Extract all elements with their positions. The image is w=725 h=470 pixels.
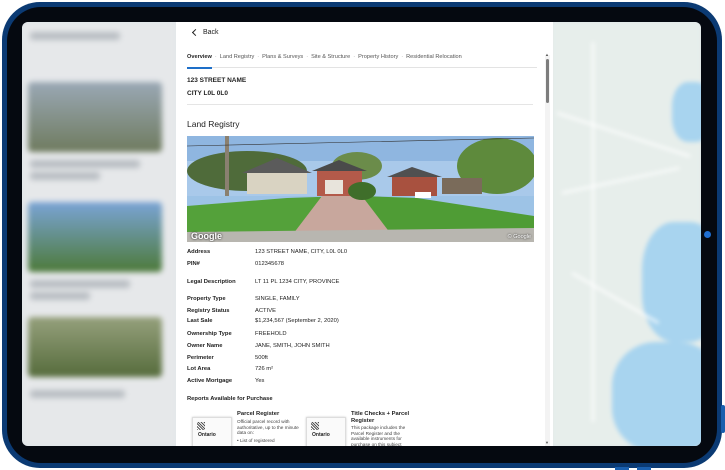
ontario-logo: Ontario [312,432,330,438]
info-value: FREEHOLD [255,331,287,337]
info-label: Owner Name [187,343,223,349]
back-button[interactable]: Back [191,28,219,37]
scrollbar[interactable]: ▲ ▼ [545,52,550,446]
info-value: LT 11 PL 1234 CITY, PROVINCE [255,279,340,285]
report-description: Official parcel record with authoritativ… [237,419,299,436]
background-listing-panel [22,22,177,446]
info-value: SINGLE, FAMILY [255,296,300,302]
report-card-parcel-register[interactable]: Ontario Parcel Register Official parcel … [187,408,299,446]
tab-overview[interactable]: Overview [187,54,212,69]
street-view-photo[interactable]: Google © Google [187,136,534,242]
property-details-modal: Back Overview · Land Registry · Plans & … [176,22,553,446]
ontario-logo: Ontario [198,432,216,438]
back-label: Back [203,29,219,36]
report-bullet: • List of registered [237,438,275,443]
google-logo: Google [191,231,222,241]
report-title: Title Checks + Parcel Register [351,411,410,424]
section-tabs: Overview · Land Registry · Plans & Surve… [187,54,537,69]
street-address: 123 STREET NAME [187,77,247,84]
tab-site-structure[interactable]: Site & Structure [311,54,350,68]
scroll-thumb[interactable] [546,59,549,103]
screen: Back Overview · Land Registry · Plans & … [22,22,701,446]
report-card-title-checks[interactable]: Ontario Title Checks + Parcel Register T… [301,408,413,446]
section-title: Land Registry [187,119,240,129]
property-address-header: 123 STREET NAME CITY L0L 0L0 [187,74,246,100]
tab-property-history[interactable]: Property History [358,54,398,68]
scroll-up-icon[interactable]: ▲ [545,52,549,57]
info-value: Yes [255,378,265,384]
document-icon [197,422,205,430]
info-value: 123 STREET NAME, CITY, L0L 0L0 [255,249,348,255]
tab-plans-surveys[interactable]: Plans & Surveys [262,54,303,68]
background-map [552,22,701,446]
tablet-side-button [721,405,725,433]
info-value: $1,234,567 (September 2, 2020) [255,318,339,324]
info-value: 726 m² [255,366,274,372]
info-label: Last Sale [187,318,213,324]
info-label: Lot Area [187,366,211,372]
info-value: 500ft [255,355,268,361]
document-icon [311,422,319,430]
info-label: Legal Description [187,279,236,285]
info-value: ACTIVE [255,308,276,314]
street-view-image [187,136,534,242]
report-thumbnail: Ontario [192,417,232,446]
report-description: This package includes the Parcel Registe… [351,425,406,446]
info-label: PIN# [187,261,200,267]
info-label: Active Mortgage [187,378,233,384]
info-label: Registry Status [187,308,230,314]
camera-icon [704,231,711,238]
info-label: Address [187,249,211,255]
city-postal: CITY L0L 0L0 [187,90,228,97]
info-value: 012345678 [255,261,285,267]
info-label: Property Type [187,296,226,302]
report-thumbnail: Ontario [306,417,346,446]
tablet-device: Back Overview · Land Registry · Plans & … [0,0,725,470]
scroll-down-icon[interactable]: ▼ [545,440,549,445]
photo-credit: © Google [507,234,531,240]
info-label: Perimeter [187,355,214,361]
reports-title: Reports Available for Purchase [187,396,273,402]
tab-residential-relocation[interactable]: Residential Relocation [406,54,462,68]
divider [187,104,533,105]
chevron-left-icon [191,28,200,37]
info-value: JANE, SMITH, JOHN SMITH [255,343,330,349]
report-title: Parcel Register [237,411,280,417]
info-label: Ownership Type [187,331,232,337]
tab-land-registry[interactable]: Land Registry [220,54,255,68]
